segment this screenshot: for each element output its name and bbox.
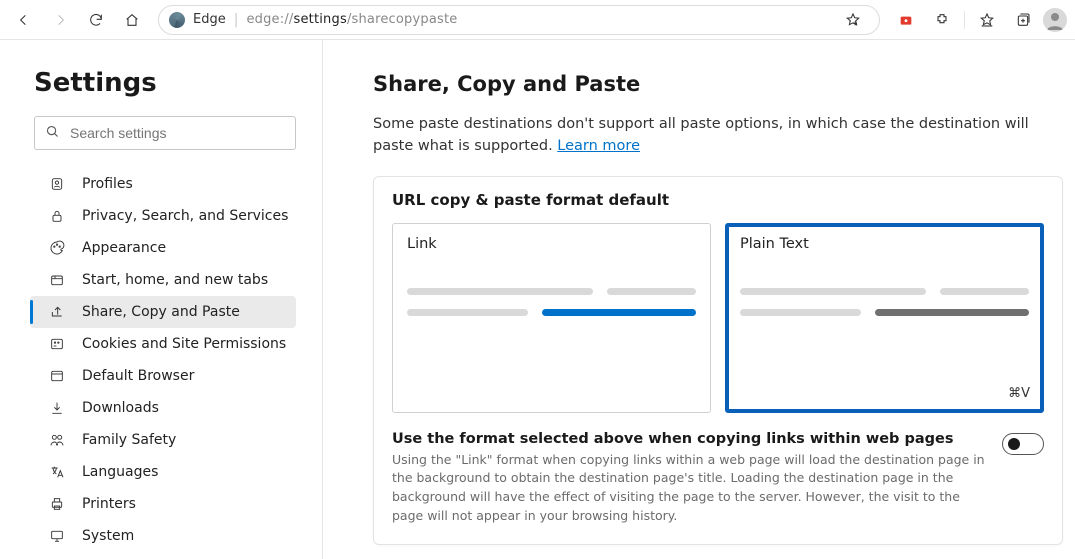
- sidebar-item-share-copy-paste[interactable]: Share, Copy and Paste: [30, 296, 296, 328]
- browser-toolbar: Edge | edge://settings/sharecopypaste: [0, 0, 1075, 40]
- sidebar-item-downloads[interactable]: Downloads: [34, 392, 296, 424]
- favorite-star-icon[interactable]: [837, 4, 869, 36]
- option-title: Link: [407, 236, 696, 252]
- sidebar-item-cookies[interactable]: Cookies and Site Permissions: [34, 328, 296, 360]
- profile-icon: [48, 176, 65, 193]
- sidebar-item-label: Appearance: [82, 240, 166, 256]
- sidebar-item-label: Share, Copy and Paste: [82, 304, 240, 320]
- option-link[interactable]: Link: [392, 223, 711, 413]
- sidebar-item-languages[interactable]: Languages: [34, 456, 296, 488]
- format-card: URL copy & paste format default Link Pla…: [373, 176, 1063, 545]
- browser-icon: [48, 368, 65, 385]
- sidebar-item-label: System: [82, 528, 134, 544]
- search-input[interactable]: [70, 125, 285, 141]
- learn-more-link[interactable]: Learn more: [557, 138, 640, 154]
- option-title: Plain Text: [740, 236, 1029, 252]
- profile-avatar[interactable]: [1043, 8, 1067, 32]
- refresh-button[interactable]: [80, 4, 112, 36]
- sidebar-item-printers[interactable]: Printers: [34, 488, 296, 520]
- address-url: edge://settings/sharecopypaste: [246, 12, 457, 27]
- toggle-knob: [1008, 438, 1020, 450]
- share-icon: [48, 304, 65, 321]
- appearance-icon: [48, 240, 65, 257]
- address-bar[interactable]: Edge | edge://settings/sharecopypaste: [158, 5, 880, 35]
- sidebar-item-profiles[interactable]: Profiles: [34, 168, 296, 200]
- tabs-icon: [48, 272, 65, 289]
- option-illustration: [740, 288, 1029, 316]
- sidebar-item-system[interactable]: System: [34, 520, 296, 552]
- sidebar-item-default-browser[interactable]: Default Browser: [34, 360, 296, 392]
- toggle-switch[interactable]: [1002, 433, 1044, 455]
- address-separator: |: [234, 12, 239, 28]
- sidebar-item-label: Downloads: [82, 400, 159, 416]
- sidebar-item-label: Profiles: [82, 176, 133, 192]
- search-icon: [45, 124, 60, 143]
- family-icon: [48, 432, 65, 449]
- settings-main: Share, Copy and Paste Some paste destina…: [323, 40, 1075, 559]
- favorites-icon[interactable]: [971, 4, 1003, 36]
- option-shortcut: ⌘V: [1008, 386, 1030, 401]
- page-lead: Some paste destinations don't support al…: [373, 114, 1053, 158]
- printer-icon: [48, 496, 65, 513]
- forward-button: [44, 4, 76, 36]
- permissions-icon: [48, 336, 65, 353]
- sidebar-item-appearance[interactable]: Appearance: [34, 232, 296, 264]
- sidebar-item-label: Languages: [82, 464, 158, 480]
- sidebar-item-label: Privacy, Search, and Services: [82, 208, 288, 224]
- sidebar-item-start[interactable]: Start, home, and new tabs: [34, 264, 296, 296]
- settings-search[interactable]: [34, 116, 296, 150]
- sidebar-item-privacy[interactable]: Privacy, Search, and Services: [34, 200, 296, 232]
- sidebar-item-label: Start, home, and new tabs: [82, 272, 268, 288]
- option-plain-text[interactable]: Plain Text ⌘V: [725, 223, 1044, 413]
- toggle-title: Use the format selected above when copyi…: [392, 431, 986, 447]
- page-title: Share, Copy and Paste: [373, 72, 1061, 96]
- settings-sidebar: Settings Profiles Privacy, Search, and S…: [0, 40, 323, 559]
- back-button[interactable]: [8, 4, 40, 36]
- extensions-icon[interactable]: [926, 4, 958, 36]
- sidebar-item-reset[interactable]: Reset Settings: [34, 552, 296, 559]
- sidebar-item-label: Family Safety: [82, 432, 176, 448]
- edge-icon: [169, 12, 185, 28]
- lock-icon: [48, 208, 65, 225]
- card-title: URL copy & paste format default: [392, 191, 1044, 209]
- address-brand: Edge: [193, 12, 226, 27]
- home-button[interactable]: [116, 4, 148, 36]
- toggle-desc: Using the "Link" format when copying lin…: [392, 451, 986, 526]
- toolbar-divider: [964, 11, 965, 29]
- download-icon: [48, 400, 65, 417]
- option-illustration: [407, 288, 696, 316]
- capture-icon[interactable]: [890, 4, 922, 36]
- sidebar-item-family[interactable]: Family Safety: [34, 424, 296, 456]
- sidebar-item-label: Printers: [82, 496, 136, 512]
- settings-title: Settings: [0, 68, 322, 116]
- collections-icon[interactable]: [1007, 4, 1039, 36]
- languages-icon: [48, 464, 65, 481]
- settings-nav: Profiles Privacy, Search, and Services A…: [0, 164, 322, 559]
- sidebar-item-label: Cookies and Site Permissions: [82, 336, 286, 352]
- system-icon: [48, 528, 65, 545]
- sidebar-item-label: Default Browser: [82, 368, 194, 384]
